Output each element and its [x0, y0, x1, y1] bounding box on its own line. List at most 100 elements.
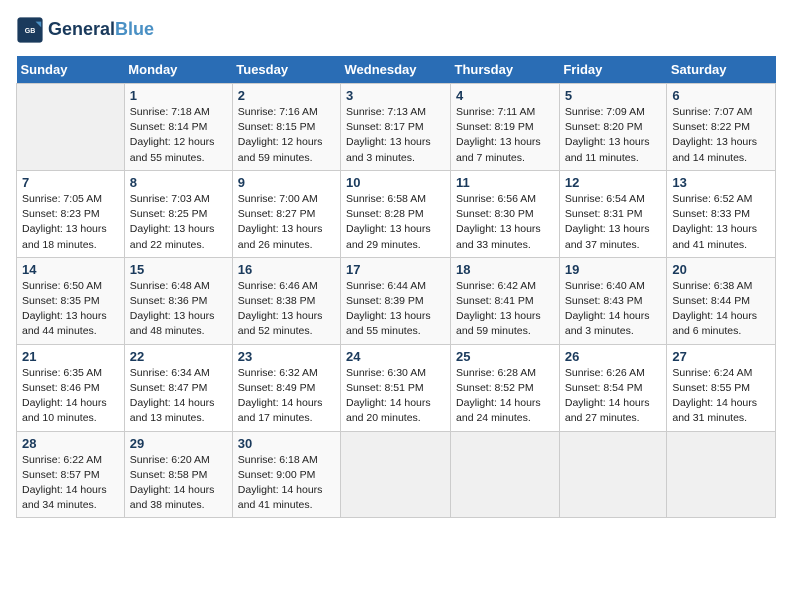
calendar-cell: 30 Sunrise: 6:18 AM Sunset: 9:00 PM Dayl… [232, 431, 340, 518]
calendar-week-row: 7 Sunrise: 7:05 AM Sunset: 8:23 PM Dayli… [17, 170, 776, 257]
calendar-cell: 18 Sunrise: 6:42 AM Sunset: 8:41 PM Dayl… [451, 257, 560, 344]
day-info: Sunrise: 6:30 AM Sunset: 8:51 PM Dayligh… [346, 366, 445, 427]
day-info: Sunrise: 6:20 AM Sunset: 8:58 PM Dayligh… [130, 453, 227, 514]
logo-icon: GB [16, 16, 44, 44]
day-info: Sunrise: 6:54 AM Sunset: 8:31 PM Dayligh… [565, 192, 662, 253]
calendar-cell [559, 431, 667, 518]
day-number: 13 [672, 175, 770, 190]
calendar-cell: 16 Sunrise: 6:46 AM Sunset: 8:38 PM Dayl… [232, 257, 340, 344]
day-number: 16 [238, 262, 335, 277]
day-info: Sunrise: 6:58 AM Sunset: 8:28 PM Dayligh… [346, 192, 445, 253]
weekday-header: Thursday [451, 56, 560, 84]
day-number: 5 [565, 88, 662, 103]
weekday-header: Monday [124, 56, 232, 84]
day-number: 3 [346, 88, 445, 103]
calendar-cell: 14 Sunrise: 6:50 AM Sunset: 8:35 PM Dayl… [17, 257, 125, 344]
day-number: 20 [672, 262, 770, 277]
calendar-cell: 22 Sunrise: 6:34 AM Sunset: 8:47 PM Dayl… [124, 344, 232, 431]
day-info: Sunrise: 6:18 AM Sunset: 9:00 PM Dayligh… [238, 453, 335, 514]
calendar-cell: 28 Sunrise: 6:22 AM Sunset: 8:57 PM Dayl… [17, 431, 125, 518]
calendar-header-row: SundayMondayTuesdayWednesdayThursdayFrid… [17, 56, 776, 84]
day-number: 25 [456, 349, 554, 364]
calendar-cell [341, 431, 451, 518]
day-info: Sunrise: 6:35 AM Sunset: 8:46 PM Dayligh… [22, 366, 119, 427]
calendar-cell: 25 Sunrise: 6:28 AM Sunset: 8:52 PM Dayl… [451, 344, 560, 431]
weekday-header: Sunday [17, 56, 125, 84]
day-number: 18 [456, 262, 554, 277]
day-info: Sunrise: 6:40 AM Sunset: 8:43 PM Dayligh… [565, 279, 662, 340]
day-info: Sunrise: 6:42 AM Sunset: 8:41 PM Dayligh… [456, 279, 554, 340]
calendar-cell: 4 Sunrise: 7:11 AM Sunset: 8:19 PM Dayli… [451, 84, 560, 171]
day-number: 6 [672, 88, 770, 103]
day-number: 19 [565, 262, 662, 277]
day-info: Sunrise: 7:05 AM Sunset: 8:23 PM Dayligh… [22, 192, 119, 253]
calendar-cell: 23 Sunrise: 6:32 AM Sunset: 8:49 PM Dayl… [232, 344, 340, 431]
day-number: 15 [130, 262, 227, 277]
calendar-cell: 21 Sunrise: 6:35 AM Sunset: 8:46 PM Dayl… [17, 344, 125, 431]
day-number: 30 [238, 436, 335, 451]
logo-text: GeneralBlue [48, 20, 154, 40]
day-number: 29 [130, 436, 227, 451]
calendar-cell: 5 Sunrise: 7:09 AM Sunset: 8:20 PM Dayli… [559, 84, 667, 171]
calendar-cell: 1 Sunrise: 7:18 AM Sunset: 8:14 PM Dayli… [124, 84, 232, 171]
day-number: 22 [130, 349, 227, 364]
day-number: 21 [22, 349, 119, 364]
day-info: Sunrise: 6:32 AM Sunset: 8:49 PM Dayligh… [238, 366, 335, 427]
day-number: 8 [130, 175, 227, 190]
calendar-cell: 27 Sunrise: 6:24 AM Sunset: 8:55 PM Dayl… [667, 344, 776, 431]
calendar-cell: 2 Sunrise: 7:16 AM Sunset: 8:15 PM Dayli… [232, 84, 340, 171]
day-number: 7 [22, 175, 119, 190]
day-info: Sunrise: 7:09 AM Sunset: 8:20 PM Dayligh… [565, 105, 662, 166]
svg-text:GB: GB [25, 28, 36, 35]
day-number: 28 [22, 436, 119, 451]
day-info: Sunrise: 7:00 AM Sunset: 8:27 PM Dayligh… [238, 192, 335, 253]
day-info: Sunrise: 6:56 AM Sunset: 8:30 PM Dayligh… [456, 192, 554, 253]
day-info: Sunrise: 6:50 AM Sunset: 8:35 PM Dayligh… [22, 279, 119, 340]
calendar-week-row: 1 Sunrise: 7:18 AM Sunset: 8:14 PM Dayli… [17, 84, 776, 171]
day-info: Sunrise: 6:34 AM Sunset: 8:47 PM Dayligh… [130, 366, 227, 427]
day-number: 10 [346, 175, 445, 190]
day-info: Sunrise: 6:28 AM Sunset: 8:52 PM Dayligh… [456, 366, 554, 427]
calendar-body: 1 Sunrise: 7:18 AM Sunset: 8:14 PM Dayli… [17, 84, 776, 518]
day-number: 14 [22, 262, 119, 277]
calendar-cell: 13 Sunrise: 6:52 AM Sunset: 8:33 PM Dayl… [667, 170, 776, 257]
day-number: 27 [672, 349, 770, 364]
day-info: Sunrise: 7:13 AM Sunset: 8:17 PM Dayligh… [346, 105, 445, 166]
calendar-cell: 15 Sunrise: 6:48 AM Sunset: 8:36 PM Dayl… [124, 257, 232, 344]
logo: GB GeneralBlue [16, 16, 154, 44]
weekday-header: Saturday [667, 56, 776, 84]
day-number: 11 [456, 175, 554, 190]
calendar-cell: 10 Sunrise: 6:58 AM Sunset: 8:28 PM Dayl… [341, 170, 451, 257]
day-info: Sunrise: 6:52 AM Sunset: 8:33 PM Dayligh… [672, 192, 770, 253]
calendar-cell: 3 Sunrise: 7:13 AM Sunset: 8:17 PM Dayli… [341, 84, 451, 171]
page-header: GB GeneralBlue [16, 16, 776, 44]
calendar-table: SundayMondayTuesdayWednesdayThursdayFrid… [16, 56, 776, 518]
calendar-cell [451, 431, 560, 518]
day-number: 23 [238, 349, 335, 364]
day-number: 2 [238, 88, 335, 103]
day-number: 4 [456, 88, 554, 103]
calendar-cell: 11 Sunrise: 6:56 AM Sunset: 8:30 PM Dayl… [451, 170, 560, 257]
day-number: 24 [346, 349, 445, 364]
calendar-cell: 8 Sunrise: 7:03 AM Sunset: 8:25 PM Dayli… [124, 170, 232, 257]
day-info: Sunrise: 6:48 AM Sunset: 8:36 PM Dayligh… [130, 279, 227, 340]
day-info: Sunrise: 7:07 AM Sunset: 8:22 PM Dayligh… [672, 105, 770, 166]
day-info: Sunrise: 6:24 AM Sunset: 8:55 PM Dayligh… [672, 366, 770, 427]
day-info: Sunrise: 6:22 AM Sunset: 8:57 PM Dayligh… [22, 453, 119, 514]
day-number: 12 [565, 175, 662, 190]
calendar-week-row: 14 Sunrise: 6:50 AM Sunset: 8:35 PM Dayl… [17, 257, 776, 344]
calendar-week-row: 28 Sunrise: 6:22 AM Sunset: 8:57 PM Dayl… [17, 431, 776, 518]
calendar-cell: 29 Sunrise: 6:20 AM Sunset: 8:58 PM Dayl… [124, 431, 232, 518]
day-info: Sunrise: 6:26 AM Sunset: 8:54 PM Dayligh… [565, 366, 662, 427]
calendar-cell: 6 Sunrise: 7:07 AM Sunset: 8:22 PM Dayli… [667, 84, 776, 171]
day-info: Sunrise: 6:46 AM Sunset: 8:38 PM Dayligh… [238, 279, 335, 340]
calendar-cell [17, 84, 125, 171]
day-info: Sunrise: 7:18 AM Sunset: 8:14 PM Dayligh… [130, 105, 227, 166]
day-info: Sunrise: 6:44 AM Sunset: 8:39 PM Dayligh… [346, 279, 445, 340]
weekday-header: Friday [559, 56, 667, 84]
calendar-cell: 24 Sunrise: 6:30 AM Sunset: 8:51 PM Dayl… [341, 344, 451, 431]
calendar-cell: 9 Sunrise: 7:00 AM Sunset: 8:27 PM Dayli… [232, 170, 340, 257]
weekday-header: Tuesday [232, 56, 340, 84]
calendar-cell: 7 Sunrise: 7:05 AM Sunset: 8:23 PM Dayli… [17, 170, 125, 257]
calendar-cell: 26 Sunrise: 6:26 AM Sunset: 8:54 PM Dayl… [559, 344, 667, 431]
